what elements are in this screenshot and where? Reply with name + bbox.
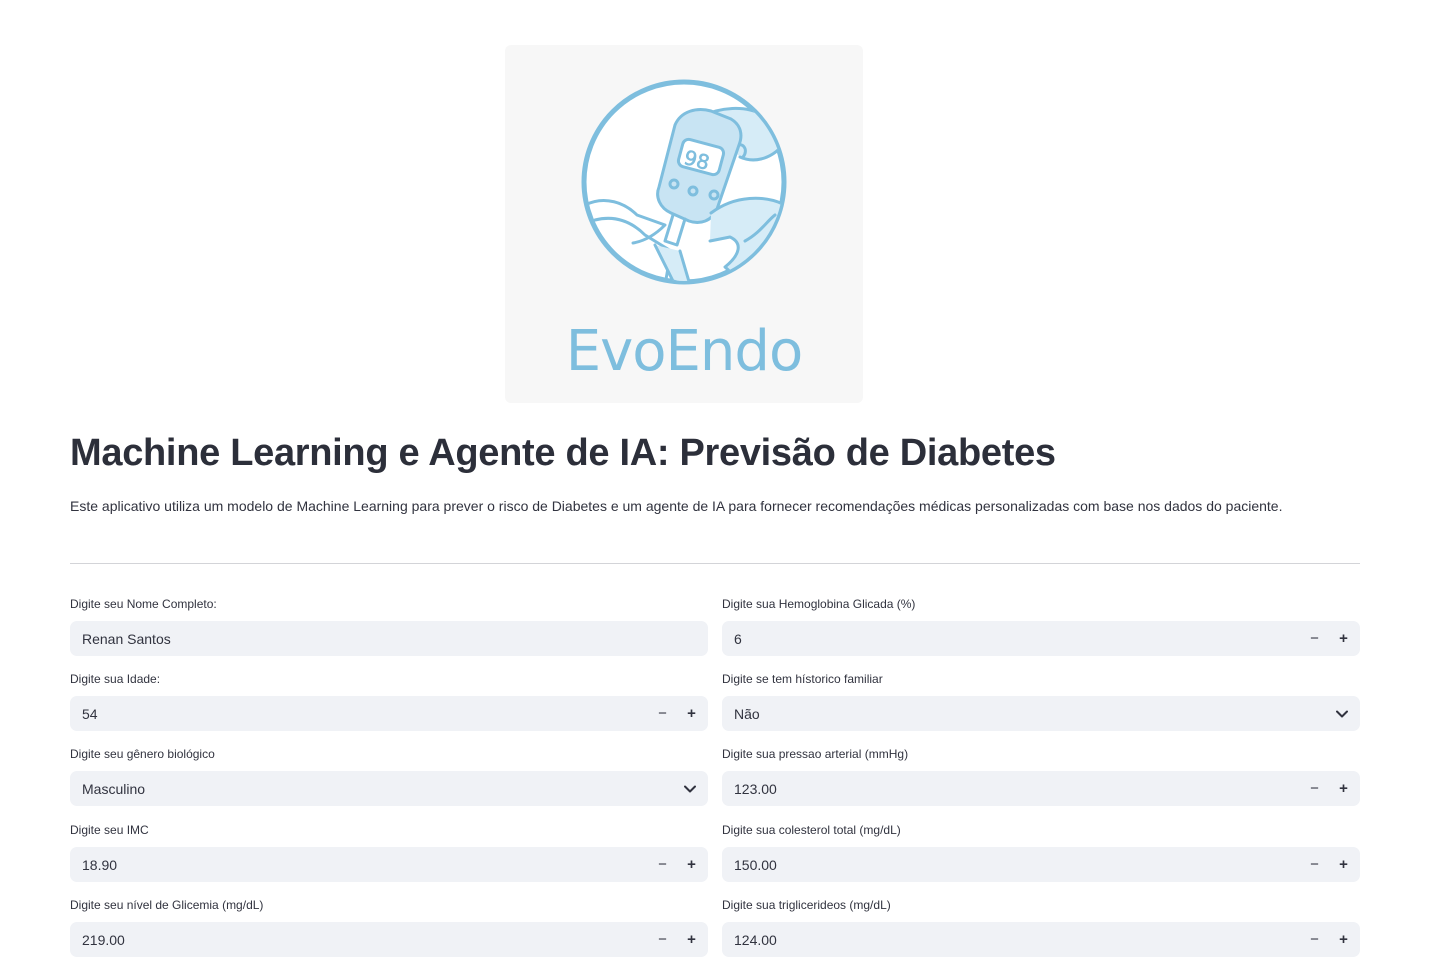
nome-value[interactable]: Renan Santos xyxy=(70,631,708,647)
page-description: Este aplicativo utiliza um modelo de Mac… xyxy=(70,498,1283,514)
idade-number-input[interactable]: 54 − + xyxy=(70,696,708,731)
nome-input[interactable]: Renan Santos xyxy=(70,621,708,656)
logo-brand-text: EvoEndo xyxy=(566,319,802,384)
idade-label: Digite sua Idade: xyxy=(70,672,161,686)
idade-increment-button[interactable]: + xyxy=(677,696,706,731)
hemoglobina-value[interactable]: 6 xyxy=(722,631,1300,647)
colesterol-number-input[interactable]: 150.00 − + xyxy=(722,847,1360,882)
imc-field: Digite seu IMC 18.90 − + xyxy=(70,821,708,882)
colesterol-value[interactable]: 150.00 xyxy=(722,857,1300,873)
idade-decrement-button[interactable]: − xyxy=(648,696,677,731)
triglicerideos-decrement-button[interactable]: − xyxy=(1300,922,1329,957)
triglicerideos-number-input[interactable]: 124.00 − + xyxy=(722,922,1360,957)
glicemia-decrement-button[interactable]: − xyxy=(648,922,677,957)
colesterol-label: Digite sua colesterol total (mg/dL) xyxy=(722,823,901,837)
idade-value[interactable]: 54 xyxy=(70,706,648,722)
chevron-down-icon[interactable] xyxy=(672,785,708,793)
idade-field: Digite sua Idade: 54 − + xyxy=(70,670,708,731)
imc-number-input[interactable]: 18.90 − + xyxy=(70,847,708,882)
glicemia-value[interactable]: 219.00 xyxy=(70,932,648,948)
hemoglobina-label: Digite sua Hemoglobina Glicada (%) xyxy=(722,597,916,611)
triglicerideos-label: Digite sua triglicerideos (mg/dL) xyxy=(722,898,891,912)
divider xyxy=(70,563,1360,564)
glicemia-label: Digite seu nível de Glicemia (mg/dL) xyxy=(70,898,264,912)
app-logo: 98 EvoEndo xyxy=(505,45,863,403)
imc-label: Digite seu IMC xyxy=(70,823,149,837)
hemoglobina-increment-button[interactable]: + xyxy=(1329,621,1358,656)
triglicerideos-increment-button[interactable]: + xyxy=(1329,922,1358,957)
nome-label: Digite seu Nome Completo: xyxy=(70,597,217,611)
genero-select[interactable]: Masculino xyxy=(70,771,708,806)
pressao-increment-button[interactable]: + xyxy=(1329,771,1358,806)
pressao-number-input[interactable]: 123.00 − + xyxy=(722,771,1360,806)
hemoglobina-decrement-button[interactable]: − xyxy=(1300,621,1329,656)
page-title: Machine Learning e Agente de IA: Previsã… xyxy=(70,432,1056,474)
historico-label: Digite se tem hístorico familiar xyxy=(722,672,883,686)
triglicerideos-field: Digite sua triglicerideos (mg/dL) 124.00… xyxy=(722,896,1360,957)
historico-field: Digite se tem hístorico familiar Não xyxy=(722,670,1360,731)
imc-value[interactable]: 18.90 xyxy=(70,857,648,873)
pressao-value[interactable]: 123.00 xyxy=(722,781,1300,797)
imc-decrement-button[interactable]: − xyxy=(648,847,677,882)
hemoglobina-number-input[interactable]: 6 − + xyxy=(722,621,1360,656)
colesterol-increment-button[interactable]: + xyxy=(1329,847,1358,882)
hemoglobina-field: Digite sua Hemoglobina Glicada (%) 6 − + xyxy=(722,595,1360,656)
glicemia-number-input[interactable]: 219.00 − + xyxy=(70,922,708,957)
historico-value[interactable]: Não xyxy=(722,706,1324,722)
pressao-label: Digite sua pressao arterial (mmHg) xyxy=(722,747,909,761)
genero-field: Digite seu gênero biológico Masculino xyxy=(70,745,708,806)
glicemia-field: Digite seu nível de Glicemia (mg/dL) 219… xyxy=(70,896,708,957)
colesterol-decrement-button[interactable]: − xyxy=(1300,847,1329,882)
colesterol-field: Digite sua colesterol total (mg/dL) 150.… xyxy=(722,821,1360,882)
pressao-decrement-button[interactable]: − xyxy=(1300,771,1329,806)
genero-value[interactable]: Masculino xyxy=(70,781,672,797)
chevron-down-icon[interactable] xyxy=(1324,710,1360,718)
historico-select[interactable]: Não xyxy=(722,696,1360,731)
glicemia-increment-button[interactable]: + xyxy=(677,922,706,957)
pressao-field: Digite sua pressao arterial (mmHg) 123.0… xyxy=(722,745,1360,806)
genero-label: Digite seu gênero biológico xyxy=(70,747,215,761)
imc-increment-button[interactable]: + xyxy=(677,847,706,882)
triglicerideos-value[interactable]: 124.00 xyxy=(722,932,1300,948)
glucometer-illustration: 98 EvoEndo xyxy=(566,79,803,384)
nome-field: Digite seu Nome Completo: Renan Santos xyxy=(70,595,708,656)
